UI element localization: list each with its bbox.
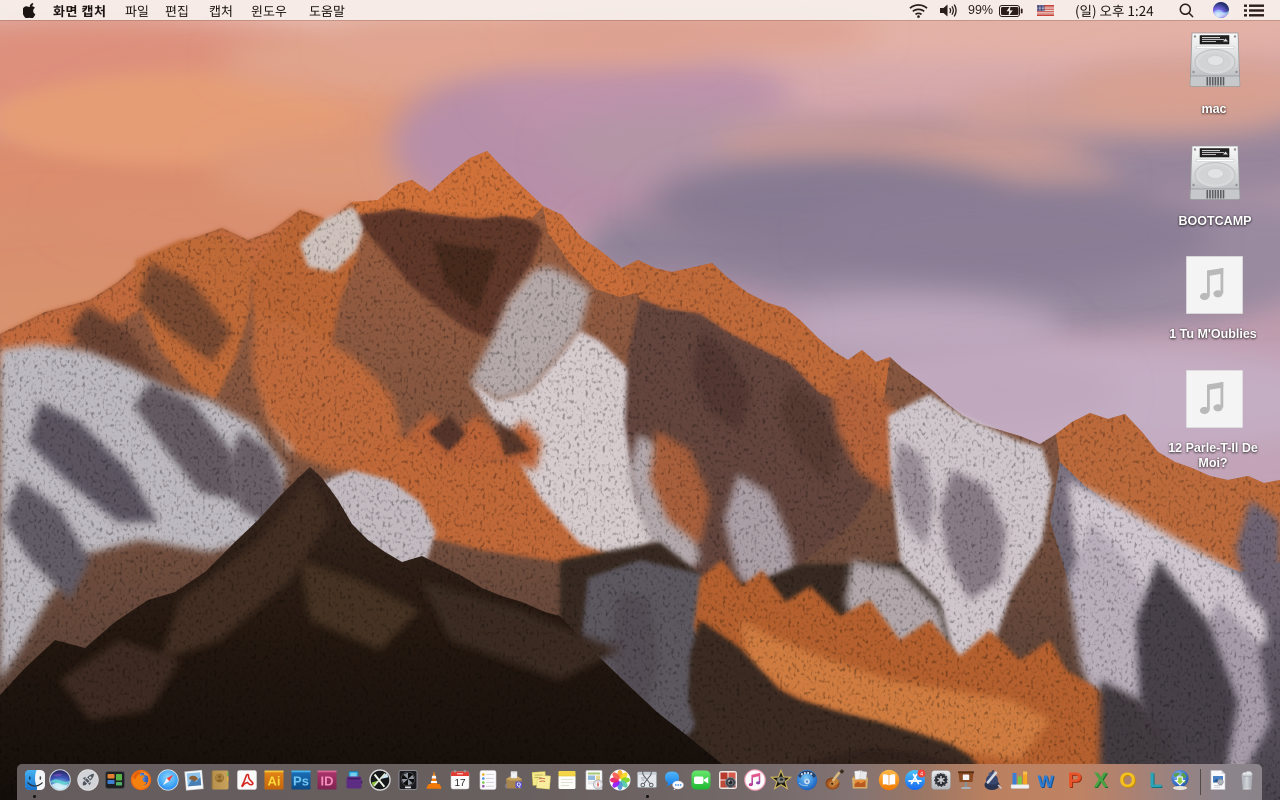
svg-text:W: W [1038, 772, 1055, 791]
svg-text:17: 17 [454, 778, 466, 789]
svg-text:L: L [1149, 769, 1162, 791]
svg-text:Ps: Ps [293, 774, 309, 789]
svg-text:Ai: Ai [267, 774, 280, 789]
svg-text:Q: Q [517, 783, 522, 789]
svg-text:4: 4 [920, 772, 923, 778]
svg-text:ID: ID [321, 774, 334, 789]
svg-text:X: X [1094, 769, 1108, 791]
svg-text:P: P [1068, 769, 1082, 791]
svg-text:O: O [1119, 769, 1135, 791]
